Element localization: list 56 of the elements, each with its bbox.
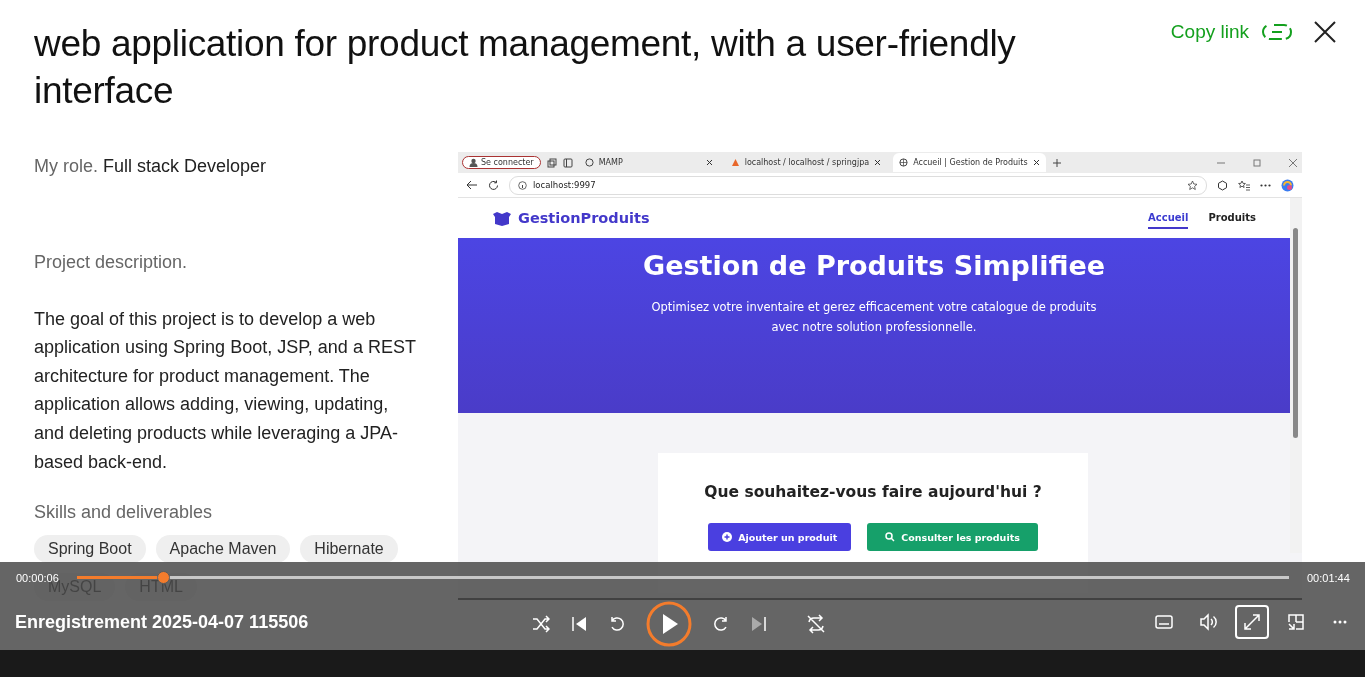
nav-link[interactable]: Accueil (1148, 207, 1189, 229)
restore-icon[interactable] (1252, 157, 1262, 168)
person-icon (469, 158, 478, 167)
circle-icon (584, 158, 594, 167)
video-title: Enregistrement 2025-04-07 115506 (15, 611, 310, 633)
app-logo[interactable]: GestionProduits (518, 210, 650, 226)
browser-tab[interactable]: Accueil | Gestion de Produits (893, 153, 1046, 172)
fullscreen-button[interactable] (1235, 605, 1269, 639)
description-text: The goal of this project is to develop a web application using Spring Boot, JSP, and a REST architecture for product management. The application allows adding, viewing, updating, and deleting products while leveraging a JPA-based back-end. (34, 307, 417, 474)
more-icon (1333, 620, 1347, 624)
workspaces-icon[interactable] (546, 157, 557, 168)
star-icon[interactable] (1187, 179, 1198, 191)
card-heading: Que souhaitez-vous faire aujourd'hui ? (704, 483, 1042, 501)
plus-icon[interactable] (1051, 157, 1062, 168)
info-icon (518, 180, 527, 190)
link-icon (1261, 22, 1293, 42)
browser-tab[interactable]: localhost / localhost / springjpa (724, 153, 888, 172)
captions-icon (1155, 613, 1173, 631)
section-heading: Skills and deliverables (34, 501, 214, 525)
shuffle-icon[interactable] (532, 615, 550, 633)
more-icon[interactable] (1260, 183, 1271, 187)
role-text: My role. Full stack Developer (34, 155, 268, 178)
box-icon (492, 210, 512, 226)
skill-tag: Spring Boot (34, 534, 146, 563)
project-title: web application for product management, with a user-friendly interface (34, 22, 1017, 113)
add-product-button[interactable]: Ajouter un produit (708, 523, 852, 551)
sign-in-button[interactable]: Se connecter (462, 156, 541, 169)
reload-icon[interactable] (488, 179, 499, 191)
duration-time: 00:01:44 (1307, 572, 1349, 584)
section-heading: Project description. (34, 251, 189, 274)
copy-link[interactable]: Copy link (1170, 21, 1293, 43)
close-icon[interactable] (1313, 20, 1337, 44)
close-icon[interactable] (1032, 159, 1040, 166)
search-icon (885, 532, 896, 542)
close-icon[interactable] (705, 159, 713, 166)
skill-tag: Hibernate (300, 534, 398, 563)
back-icon[interactable] (466, 180, 478, 190)
browser-tab[interactable]: MAMP (578, 153, 719, 172)
play-icon[interactable] (646, 601, 692, 647)
favorites-icon[interactable] (1238, 179, 1250, 191)
address-bar[interactable]: localhost:9997 (509, 175, 1207, 195)
previous-icon[interactable] (570, 615, 588, 633)
plus-circle-icon (722, 532, 733, 542)
scrollbar[interactable] (1290, 198, 1302, 553)
picture-in-picture-icon (1287, 613, 1305, 631)
globe-icon (899, 158, 909, 167)
close-icon[interactable] (874, 159, 882, 166)
next-icon[interactable] (750, 615, 768, 633)
skill-tag: Apache Maven (155, 534, 291, 563)
fullscreen-icon (1243, 613, 1261, 631)
hero-subtitle: Optimisez votre inventaire et gerez efficacement votre catalogue de produits avec notre solution professionnelle. (650, 299, 1098, 336)
tab-panel-icon[interactable] (562, 157, 573, 168)
hero-title: Gestion de Produits Simplifiee (642, 250, 1106, 281)
nav-link[interactable]: Produits (1208, 207, 1256, 229)
repeat-off-icon[interactable] (806, 614, 826, 634)
volume-icon (1199, 613, 1217, 631)
